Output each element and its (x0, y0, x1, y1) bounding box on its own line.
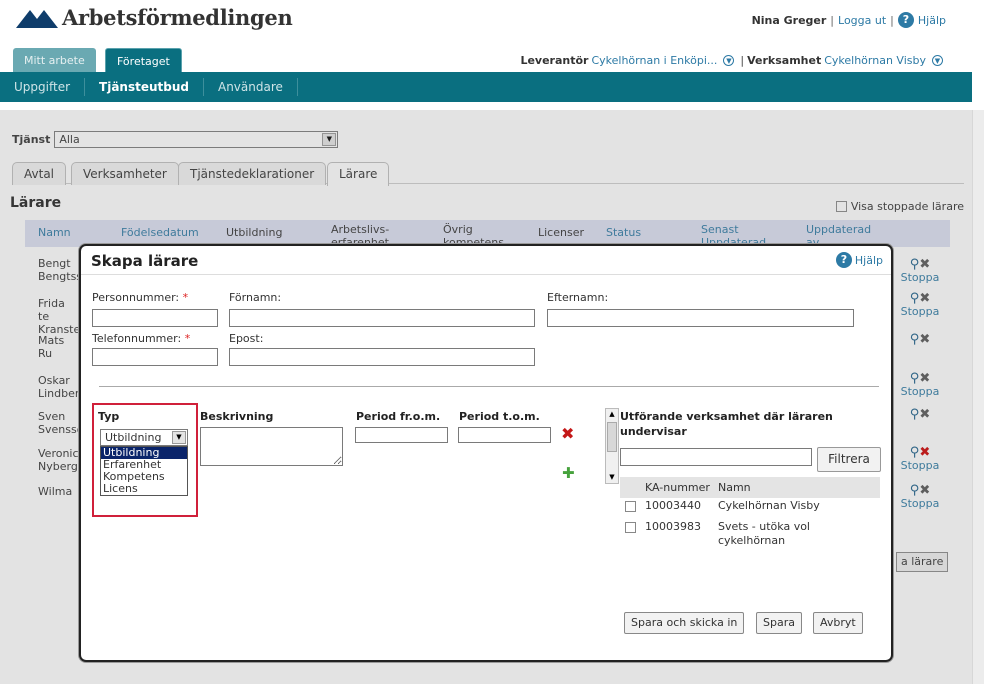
dialog-title: Skapa lärare (91, 252, 199, 270)
beskrivning-column-header: Beskrivning (200, 410, 274, 423)
cancel-button[interactable]: Avbryt (813, 612, 863, 634)
page-header: Arbetsförmedlingen Nina Greger | Logga u… (0, 0, 972, 82)
logo-mark-icon (16, 10, 58, 28)
help-icon[interactable]: ? (835, 252, 852, 268)
subnav-tjansteutbud[interactable]: Tjänsteutbud (85, 78, 204, 96)
leverantor-label: Leverantör (520, 54, 589, 67)
telefonnummer-label: Telefonnummer: * (92, 332, 191, 345)
verksamhet-link[interactable]: Cykelhörnan Visby (824, 54, 926, 67)
create-teacher-dialog: Skapa lärare ? Hjälp Personnummer: * För… (79, 244, 893, 662)
scroll-up-icon[interactable]: ▲ (606, 409, 618, 420)
scroll-thumb[interactable] (607, 422, 617, 452)
subnav-uppgifter[interactable]: Uppgifter (0, 78, 86, 96)
tab-foretaget[interactable]: Företaget (105, 48, 182, 73)
typ-dropdown-list: Utbildning Erfarenhet Kompetens Licens (100, 446, 188, 496)
ka-name: Cykelhörnan Visby (718, 499, 820, 512)
ka-number: 10003983 (645, 520, 701, 533)
fornamn-label: Förnamn: (229, 291, 282, 304)
dialog-help-label[interactable]: Hjälp (855, 254, 883, 267)
page-scrollbar[interactable] (972, 110, 984, 684)
help-icon[interactable]: ? (897, 12, 914, 28)
ka-number-header: KA-nummer (645, 481, 710, 494)
utforande-filter-input[interactable] (620, 448, 812, 466)
ka-table-header: KA-nummer Namn (620, 477, 880, 498)
beskrivning-field[interactable] (200, 427, 343, 466)
typ-option-licens[interactable]: Licens (101, 483, 187, 495)
personnummer-field[interactable] (92, 309, 218, 327)
utforande-scrollbar[interactable]: ▲ ▼ (605, 408, 619, 484)
typ-select-value: Utbildning (105, 431, 162, 444)
required-mark: * (182, 291, 189, 304)
efternamn-field[interactable] (547, 309, 854, 327)
typ-column-header: Typ (98, 410, 120, 423)
telefonnummer-field[interactable] (92, 348, 218, 366)
save-and-submit-button[interactable]: Spara och skicka in (624, 612, 745, 634)
typ-select[interactable]: Utbildning ▼ (100, 429, 188, 446)
filter-button[interactable]: Filtrera (817, 447, 881, 472)
ka-row-checkbox[interactable] (625, 501, 636, 512)
epost-label: Epost: (229, 332, 264, 345)
divider (81, 274, 891, 275)
separator: | (740, 54, 745, 67)
ka-row-checkbox[interactable] (625, 522, 636, 533)
utforande-heading: Utförande verksamhet där läraren undervi… (620, 410, 833, 438)
period-tom-column-header: Period t.o.m. (459, 410, 540, 423)
period-tom-field[interactable] (458, 427, 551, 443)
period-from-column-header: Period fr.o.m. (356, 410, 441, 423)
user-name: Nina Greger (751, 13, 827, 27)
subnav-anvandare[interactable]: Användare (204, 78, 298, 96)
separator: | (890, 13, 894, 27)
period-from-field[interactable] (355, 427, 448, 443)
dialog-help[interactable]: ? Hjälp (835, 252, 883, 268)
chevron-down-icon[interactable]: ▼ (723, 55, 735, 66)
remove-row-icon[interactable]: ✖ (561, 424, 574, 443)
epost-field[interactable] (229, 348, 535, 366)
divider (99, 386, 879, 387)
ka-name-header: Namn (718, 481, 751, 494)
leverantor-link[interactable]: Cykelhörnan i Enköpi... (591, 54, 717, 67)
ka-name: Svets - utöka vol cykelhörnan (718, 520, 810, 547)
logout-link[interactable]: Logga ut (838, 14, 886, 27)
ka-number: 10003440 (645, 499, 701, 512)
scroll-down-icon[interactable]: ▼ (606, 472, 618, 483)
context-selector: Leverantör Cykelhörnan i Enköpi... ▼ | V… (520, 54, 946, 67)
efternamn-label: Efternamn: (547, 291, 609, 304)
separator: | (830, 13, 835, 27)
verksamhet-label: Verksamhet (747, 54, 822, 67)
add-row-icon[interactable]: ✚ (562, 464, 575, 482)
sub-navigation: Uppgifter Tjänsteutbud Användare (0, 72, 972, 102)
personnummer-label: Personnummer: * (92, 291, 189, 304)
logo-text: Arbetsförmedlingen (62, 4, 293, 30)
top-tabs: Mitt arbete Företaget Leverantör Cykelhö… (0, 48, 972, 73)
tab-mitt-arbete[interactable]: Mitt arbete (13, 48, 96, 73)
required-mark: * (184, 332, 191, 345)
help-link[interactable]: Hjälp (918, 14, 946, 27)
chevron-down-icon[interactable]: ▼ (932, 55, 943, 66)
user-bar: Nina Greger | Logga ut | ? Hjälp (752, 12, 946, 28)
logo[interactable]: Arbetsförmedlingen (16, 2, 293, 32)
save-button[interactable]: Spara (756, 612, 802, 634)
fornamn-field[interactable] (229, 309, 535, 327)
chevron-down-icon[interactable]: ▼ (172, 431, 186, 444)
